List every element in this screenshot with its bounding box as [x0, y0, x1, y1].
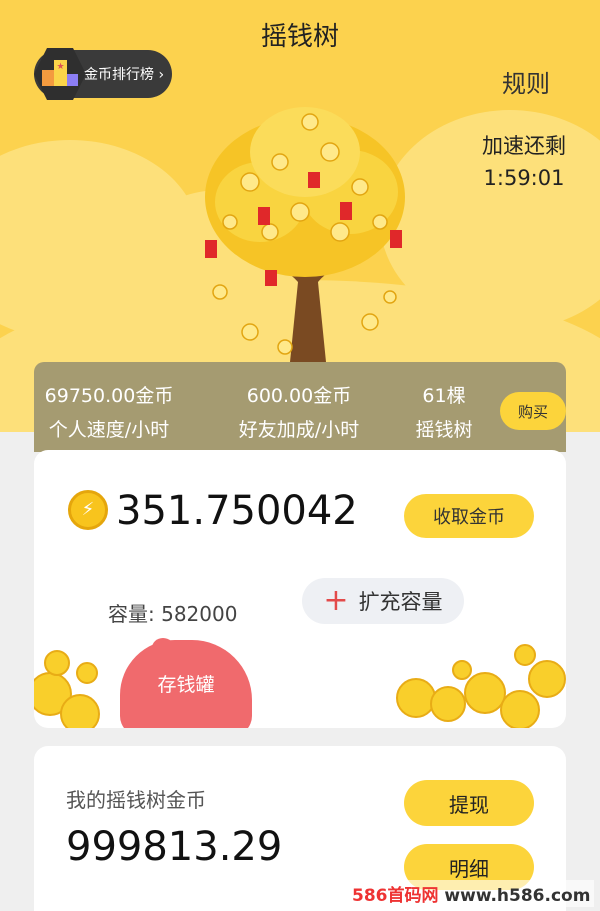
- speedup-time: 1:59:01: [483, 166, 565, 190]
- coin-ranking-label: 金币排行榜 ›: [84, 67, 165, 83]
- piggy-bank[interactable]: 存钱罐: [120, 640, 252, 728]
- stat-value: 600.00金币: [246, 385, 352, 407]
- money-tree-image[interactable]: [190, 92, 420, 362]
- stat-label: 摇钱树: [415, 419, 473, 441]
- wallet-card: ⚡ 351.750042 收取金币 容量: 582000 + 扩充容量 存钱罐: [34, 450, 566, 728]
- buy-button[interactable]: 购买: [500, 392, 566, 430]
- stat-tree-count: 61棵 摇钱树: [394, 380, 494, 448]
- site-watermark: 586首码网 www.h586.com: [348, 880, 595, 907]
- page-title: 摇钱树: [260, 22, 339, 52]
- my-coins-value: 999813.29: [66, 824, 283, 870]
- expand-capacity-label: 扩充容量: [358, 590, 443, 614]
- speedup-label: 加速还剩: [482, 134, 566, 158]
- rules-link[interactable]: 规则: [502, 64, 550, 99]
- stat-value: 69750.00金币: [44, 385, 174, 407]
- stat-personal-speed: 69750.00金币 个人速度/小时: [34, 380, 184, 448]
- ranking-podium-icon: ★: [34, 48, 86, 100]
- stat-friend-bonus: 600.00金币 好友加成/小时: [224, 380, 374, 448]
- withdraw-button[interactable]: 提现: [404, 780, 534, 826]
- coin-ranking-button[interactable]: ★ 金币排行榜 ›: [34, 48, 172, 100]
- my-coins-label: 我的摇钱树金币: [66, 788, 206, 812]
- watermark-brand: 586首码网: [352, 886, 439, 906]
- watermark-url: www.h586.com: [444, 886, 591, 906]
- stat-label: 个人速度/小时: [48, 419, 170, 441]
- coin-balance: 351.750042: [116, 488, 358, 534]
- collect-coins-button[interactable]: 收取金币: [404, 494, 534, 538]
- stat-value: 61棵: [422, 385, 466, 407]
- speedup-timer: 加速还剩 1:59:01: [482, 130, 566, 194]
- piggy-bank-label: 存钱罐: [157, 674, 215, 696]
- capacity-text: 容量: 582000: [108, 602, 238, 626]
- coin-icon: ⚡: [68, 490, 108, 530]
- stat-label: 好友加成/小时: [238, 419, 360, 441]
- plus-icon: +: [323, 583, 349, 618]
- expand-capacity-button[interactable]: + 扩充容量: [302, 578, 464, 624]
- stats-bar: 69750.00金币 个人速度/小时 600.00金币 好友加成/小时 61棵 …: [34, 362, 566, 452]
